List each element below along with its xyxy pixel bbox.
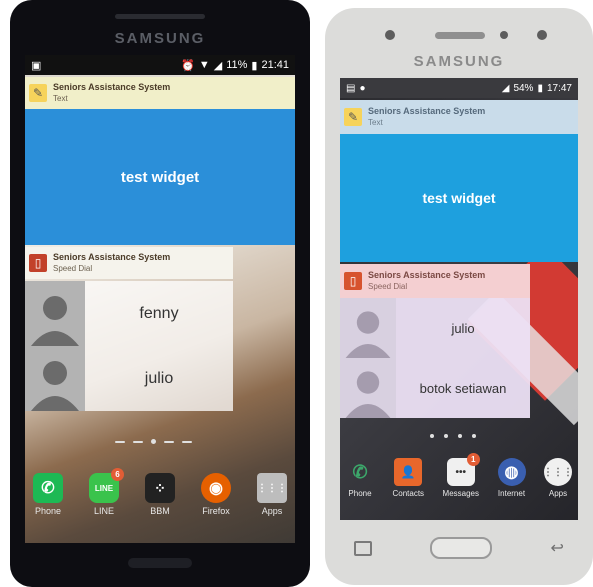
- alarm-icon: ⏰: [181, 59, 195, 72]
- speed-dial-icon: ▯: [29, 254, 47, 272]
- contact-name: fenny: [139, 304, 179, 322]
- speed-dial-contact[interactable]: julio: [340, 298, 530, 358]
- avatar-icon: [25, 281, 85, 346]
- widget-subtitle: Speed Dial: [368, 282, 408, 291]
- speed-dial-icon: ▯: [344, 272, 362, 290]
- app-label: Phone: [348, 489, 372, 498]
- speed-dial-contact[interactable]: botok setiawan: [340, 358, 530, 418]
- dock-app-contacts[interactable]: 👤 Contacts: [392, 458, 424, 498]
- dock-app-apps[interactable]: ⋮⋮⋮ Apps: [257, 473, 287, 516]
- dock-app-firefox[interactable]: ◉ Firefox: [201, 473, 231, 516]
- earpiece-speaker: [435, 32, 485, 39]
- notification-badge: 1: [466, 453, 480, 466]
- messages-icon: ••• 1: [446, 453, 480, 486]
- notification-icon: ●: [359, 82, 366, 94]
- right-home-screen: ▤ ● ◢ 54% ▮ 17:47 ✎ Seniors Assistance S…: [340, 78, 578, 520]
- notification-icon: ▣: [31, 59, 42, 72]
- app-dock: ✆ Phone LINE 6 LINE ⁘ BBM ◉ Firefox ⋮⋮⋮ A…: [33, 468, 287, 516]
- text-widget-header[interactable]: ✎ Seniors Assistance System Text: [25, 77, 295, 109]
- dock-app-apps[interactable]: ⋮⋮⋮ Apps: [543, 458, 573, 498]
- battery-percent: 11%: [226, 59, 248, 71]
- speed-dial-header[interactable]: ▯ Seniors Assistance System Speed Dial: [340, 264, 530, 298]
- contact-name: julio: [144, 369, 174, 387]
- internet-icon: ◍: [497, 458, 526, 486]
- avatar-icon: [25, 346, 85, 411]
- contacts-icon: 👤: [394, 458, 423, 486]
- dock-app-internet[interactable]: ◍ Internet: [497, 458, 526, 498]
- dock-app-bbm[interactable]: ⁘ BBM: [145, 473, 175, 516]
- app-label: Firefox: [202, 506, 230, 516]
- left-phone: SAMSUNG ▣ ⏰ ▼ ◢ 11% ▮ 21:41 ✎ Seniors As…: [10, 0, 310, 587]
- avatar-icon: [340, 298, 396, 358]
- battery-icon: ▮: [251, 59, 258, 72]
- app-label: Phone: [34, 506, 62, 516]
- sensor: [500, 31, 508, 39]
- app-label: LINE: [93, 506, 114, 516]
- widget-title: Seniors Assistance System: [53, 82, 171, 92]
- test-widget-body[interactable]: test widget: [25, 109, 295, 245]
- hardware-nav-bar: ↩: [325, 528, 593, 568]
- dock-app-phone[interactable]: ✆ Phone: [33, 473, 63, 516]
- app-label: Messages: [442, 489, 480, 498]
- pencil-icon: ✎: [29, 84, 47, 102]
- status-bar: ▤ ● ◢ 54% ▮ 17:47: [340, 78, 578, 98]
- home-button[interactable]: [430, 537, 493, 559]
- text-widget-header[interactable]: ✎ Seniors Assistance System Text: [340, 100, 578, 134]
- battery-icon: ▮: [537, 82, 543, 94]
- brand-logo: SAMSUNG: [413, 53, 505, 70]
- widget-subtitle: Speed Dial: [53, 264, 93, 273]
- speed-dial-contact[interactable]: fenny: [25, 281, 233, 346]
- signal-icon: ◢: [501, 82, 510, 94]
- app-dock: ✆ Phone 👤 Contacts ••• 1 Messages ◍ Inter…: [346, 453, 573, 499]
- phone-icon: ✆: [352, 461, 368, 482]
- contact-name: botok setiawan: [419, 380, 507, 396]
- avatar-icon: [340, 358, 396, 418]
- notification-badge: 6: [111, 468, 124, 481]
- app-label: Apps: [548, 489, 568, 498]
- dock-app-phone[interactable]: ✆ Phone: [346, 458, 374, 499]
- speed-dial-list: fenny julio: [25, 281, 233, 411]
- page-indicator: [430, 434, 476, 438]
- speed-dial-header[interactable]: ▯ Seniors Assistance System Speed Dial: [25, 247, 233, 279]
- front-camera: [385, 30, 395, 40]
- pencil-icon: ✎: [344, 108, 362, 126]
- speed-dial-list: julio botok setiawan: [340, 298, 530, 418]
- page-indicator: [115, 439, 192, 444]
- widget-title: Seniors Assistance System: [368, 106, 486, 116]
- right-phone: SAMSUNG ▤ ● ◢ 54% ▮ 17:47 ✎ Seniors Assi…: [325, 8, 593, 585]
- app-label: BBM: [150, 506, 170, 516]
- contact-name: julio: [451, 320, 475, 336]
- apps-grid-icon: ⋮⋮⋮: [543, 458, 573, 486]
- wifi-icon: ▼: [198, 59, 210, 71]
- earpiece-speaker: [115, 14, 205, 19]
- left-home-screen: ▣ ⏰ ▼ ◢ 11% ▮ 21:41 ✎ Seniors Assistance…: [25, 55, 295, 543]
- apps-grid-icon: ⋮⋮⋮: [257, 473, 287, 503]
- firefox-icon: ◉: [201, 473, 231, 503]
- widget-title: Seniors Assistance System: [368, 270, 486, 280]
- bbm-icon: ⁘: [145, 473, 175, 503]
- clock: 17:47: [546, 82, 572, 94]
- app-label: Internet: [497, 489, 526, 498]
- speed-dial-contact[interactable]: julio: [25, 346, 233, 411]
- front-camera-2: [537, 30, 547, 40]
- line-icon: LINE 6: [89, 468, 124, 503]
- phone-icon: ✆: [33, 473, 63, 503]
- signal-icon: ◢: [213, 59, 223, 72]
- status-bar: ▣ ⏰ ▼ ◢ 11% ▮ 21:41: [25, 55, 295, 75]
- widget-subtitle: Text: [53, 94, 68, 103]
- home-button[interactable]: [128, 558, 192, 568]
- recent-apps-icon[interactable]: [354, 540, 373, 556]
- notification-icon: ▤: [346, 82, 356, 94]
- dock-app-line[interactable]: LINE 6 LINE: [89, 468, 124, 516]
- clock: 21:41: [261, 59, 289, 71]
- test-widget-body[interactable]: test widget: [340, 134, 578, 262]
- dock-app-messages[interactable]: ••• 1 Messages: [442, 453, 480, 498]
- brand-logo: SAMSUNG: [114, 30, 206, 47]
- battery-percent: 54%: [513, 82, 534, 94]
- widget-subtitle: Text: [368, 118, 383, 127]
- app-label: Apps: [261, 506, 283, 516]
- widget-title: Seniors Assistance System: [53, 252, 171, 262]
- app-label: Contacts: [392, 489, 425, 498]
- back-icon[interactable]: ↩: [550, 538, 563, 558]
